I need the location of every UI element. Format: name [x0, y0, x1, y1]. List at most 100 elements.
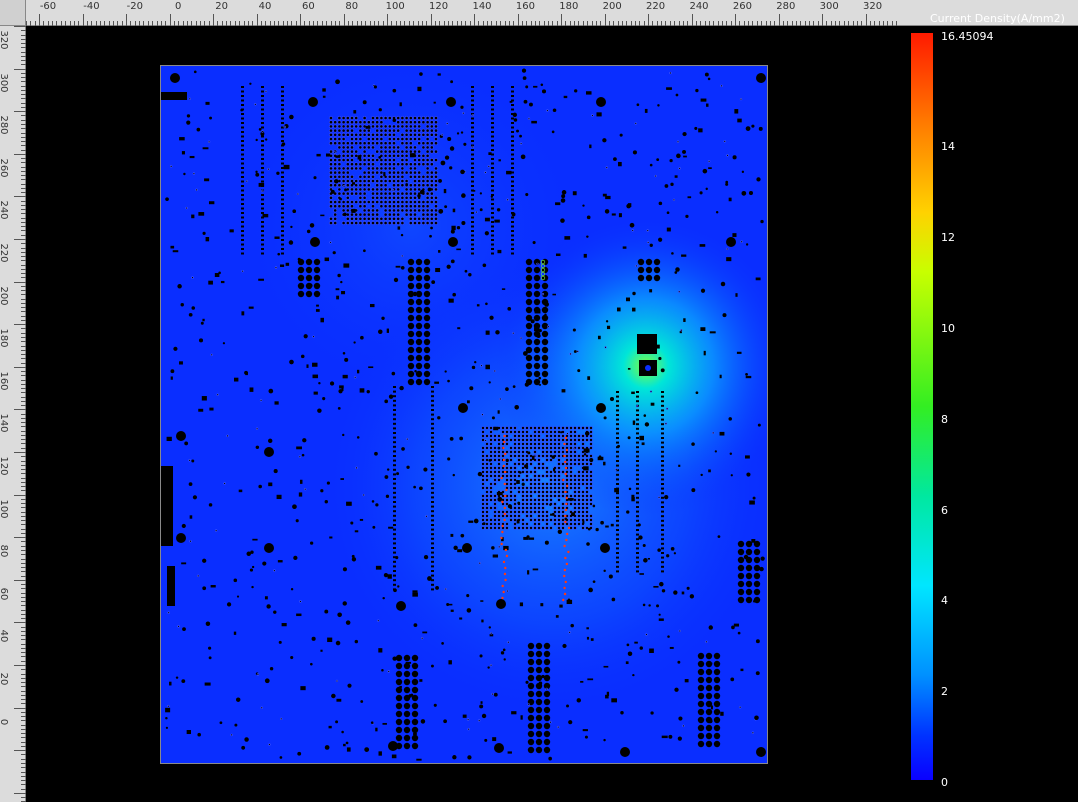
via: [379, 128, 384, 133]
via: [609, 396, 615, 402]
via: [517, 438, 521, 442]
via: [387, 132, 392, 137]
via: [362, 216, 367, 221]
footprint-pad: [639, 435, 645, 441]
via: [268, 743, 271, 746]
via: [489, 426, 493, 430]
via: [489, 434, 493, 438]
via: [697, 660, 705, 668]
via: [493, 522, 497, 526]
footprint-pad: [351, 208, 356, 213]
via: [525, 274, 533, 282]
via: [543, 674, 551, 682]
via: [417, 194, 421, 198]
via: [341, 116, 346, 120]
via: [503, 506, 507, 510]
footprint-pad: [261, 180, 264, 183]
via: [392, 124, 396, 129]
footprint-pad: [491, 108, 494, 111]
via: [387, 137, 392, 141]
via: [491, 692, 494, 696]
via: [425, 200, 430, 204]
via: [566, 432, 569, 435]
via: [697, 652, 705, 660]
footprint-pad: [468, 520, 474, 523]
via: [557, 529, 563, 534]
via: [189, 540, 192, 543]
via: [529, 446, 533, 450]
via: [533, 518, 537, 522]
via: [533, 446, 537, 450]
via: [753, 588, 761, 596]
footprint-pad: [616, 547, 619, 550]
legend-tick-label: 8: [941, 413, 948, 426]
via: [582, 204, 585, 207]
via: [384, 399, 389, 404]
via: [379, 195, 384, 200]
footprint-pad: [241, 252, 244, 255]
via: [505, 522, 509, 526]
footprint-pad: [471, 216, 474, 219]
footprint-pad: [511, 153, 514, 156]
via: [387, 116, 392, 120]
via: [694, 126, 698, 130]
via: [478, 561, 481, 565]
via: [344, 188, 347, 192]
via: [521, 526, 525, 530]
via: [387, 670, 390, 673]
via: [345, 145, 350, 150]
via: [360, 335, 364, 340]
via: [362, 187, 367, 192]
via: [218, 271, 221, 275]
via: [569, 458, 573, 462]
via: [650, 711, 654, 715]
via: [423, 378, 431, 386]
via: [264, 447, 274, 457]
left-ruler-tick: [14, 622, 26, 624]
footprint-pad: [661, 538, 664, 541]
via: [489, 518, 493, 522]
via: [379, 170, 384, 175]
via: [513, 426, 517, 430]
via: [371, 124, 375, 129]
footprint-pad: [343, 743, 346, 747]
footprint-pad: [497, 249, 502, 254]
via: [413, 149, 417, 154]
via: [561, 450, 565, 454]
footprint-pad: [703, 350, 706, 356]
via: [565, 426, 569, 430]
footprint-pad: [393, 464, 396, 467]
via: [181, 679, 186, 684]
via: [350, 128, 354, 133]
via: [665, 407, 669, 410]
via: [705, 724, 713, 732]
via: [415, 378, 423, 386]
footprint-pad: [241, 122, 244, 124]
via: [737, 588, 745, 596]
via: [620, 747, 630, 757]
via: [592, 504, 596, 508]
via: [429, 120, 434, 125]
via: [490, 195, 494, 198]
via: [700, 288, 706, 293]
pcb-board[interactable]: [160, 65, 768, 764]
via: [561, 486, 565, 490]
via: [471, 145, 474, 149]
footprint-pad: [393, 533, 396, 536]
via: [553, 502, 557, 506]
footprint-pad: [491, 86, 494, 88]
footprint-pad: [661, 427, 664, 430]
footprint-pad: [674, 175, 678, 178]
via: [375, 195, 380, 200]
via: [399, 385, 404, 391]
via: [462, 111, 465, 115]
via: [533, 478, 537, 482]
footprint-pad: [616, 533, 619, 536]
via: [434, 120, 438, 125]
footprint-pad: [241, 207, 244, 210]
via: [503, 518, 506, 522]
footprint-pad: [431, 413, 434, 416]
via: [313, 266, 321, 274]
footprint-pad: [616, 414, 619, 416]
via: [375, 179, 380, 183]
